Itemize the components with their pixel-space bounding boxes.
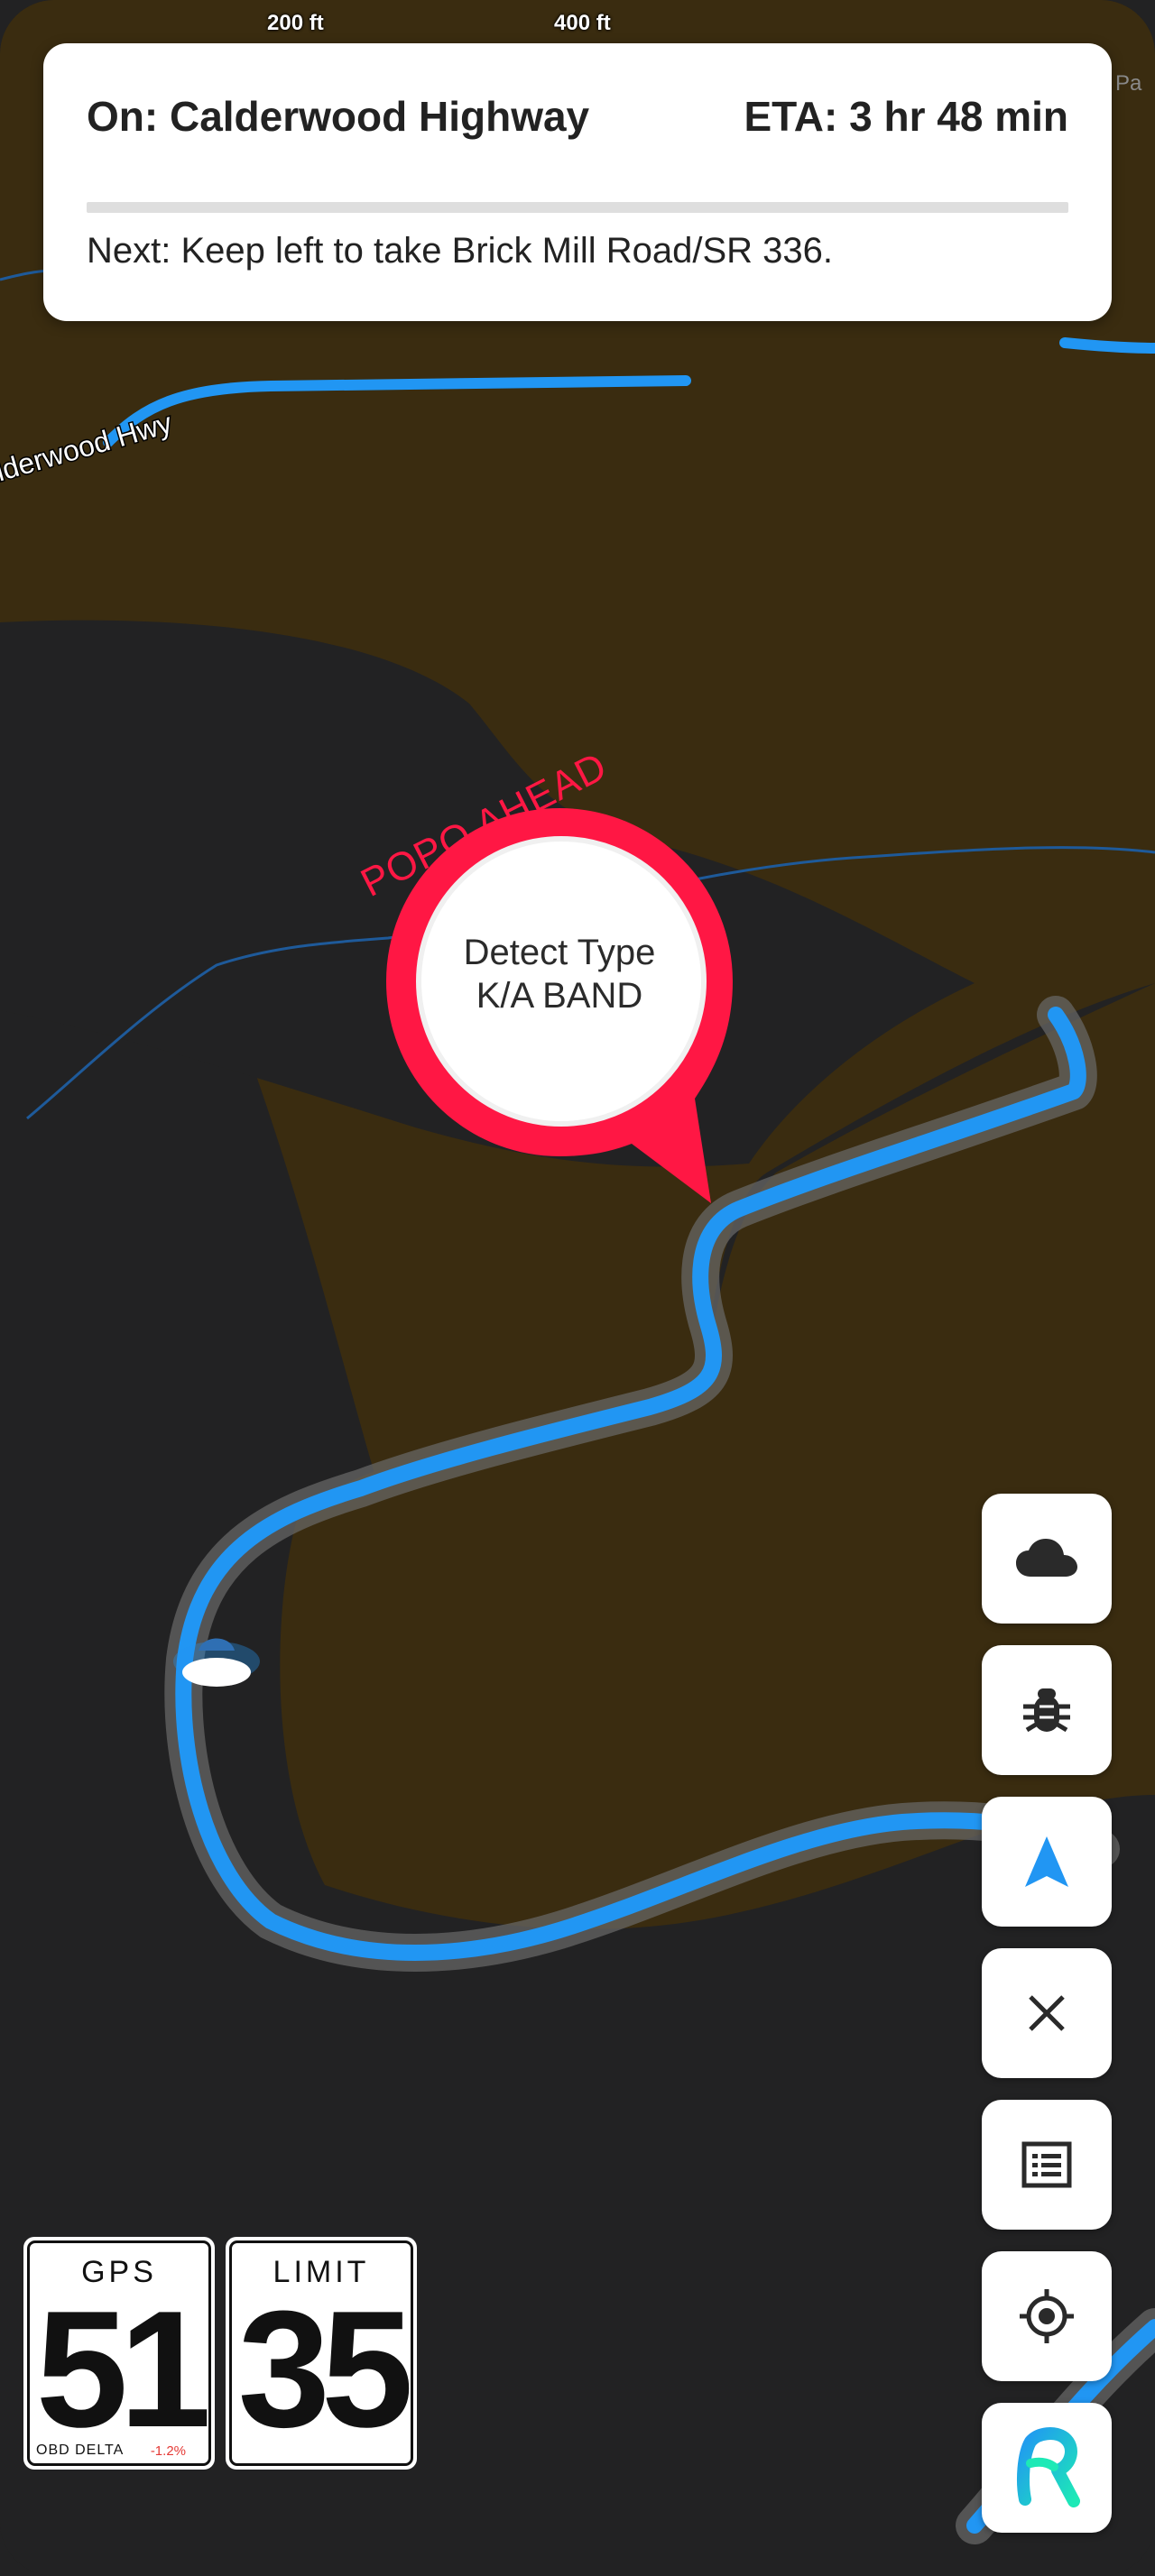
- speed-limit-sign: LIMIT 35: [226, 2237, 417, 2470]
- debug-button[interactable]: [982, 1645, 1112, 1775]
- scale-label-200: 200 ft: [267, 11, 324, 35]
- close-button[interactable]: [982, 1948, 1112, 2078]
- route-progress-bar: [87, 202, 1068, 213]
- app-logo-button[interactable]: [982, 2403, 1112, 2533]
- current-location-dot: [182, 1658, 251, 1687]
- scale-label-400: 400 ft: [554, 11, 611, 35]
- navigate-button[interactable]: [982, 1797, 1112, 1927]
- current-road-label: On: Calderwood Highway: [87, 93, 590, 140]
- gps-speed-sign: GPS 51 OBD DELTA -1.2%: [23, 2237, 215, 2470]
- navigation-header: On: Calderwood Highway ETA: 3 hr 48 min: [87, 92, 1068, 141]
- obd-delta-label: OBD DELTA: [36, 2443, 125, 2458]
- recenter-button[interactable]: [982, 2251, 1112, 2381]
- weather-button[interactable]: [982, 1494, 1112, 1624]
- gps-speed-value: 51: [35, 2276, 212, 2461]
- close-icon: [1029, 1995, 1065, 2031]
- obd-delta-value: -1.2%: [150, 2443, 186, 2459]
- bug-icon: [1023, 1688, 1070, 1733]
- alert-band: K/A BAND: [476, 976, 643, 1016]
- corner-label: Pa: [1115, 71, 1142, 96]
- app-logo-icon: [1017, 2427, 1080, 2507]
- next-instruction: Next: Keep left to take Brick Mill Road/…: [87, 231, 834, 271]
- list-icon: [1021, 2141, 1072, 2188]
- navigation-arrow-icon: [1025, 1836, 1068, 1887]
- eta-label: ETA: 3 hr 48 min: [744, 93, 1068, 140]
- speed-limit-value: 35: [237, 2276, 414, 2461]
- navigation-card[interactable]: On: Calderwood Highway ETA: 3 hr 48 min …: [43, 43, 1112, 321]
- alert-detect-type: Detect Type: [463, 933, 656, 972]
- cloud-icon: [1016, 1539, 1077, 1577]
- map-screen: Calderwood Hwy Pa POPO AHEAD 200 ft 400 …: [0, 0, 1155, 2576]
- crosshair-icon: [1020, 2289, 1074, 2343]
- alert-marker[interactable]: Detect Type K/A BAND: [361, 801, 758, 1216]
- list-button[interactable]: [982, 2100, 1112, 2230]
